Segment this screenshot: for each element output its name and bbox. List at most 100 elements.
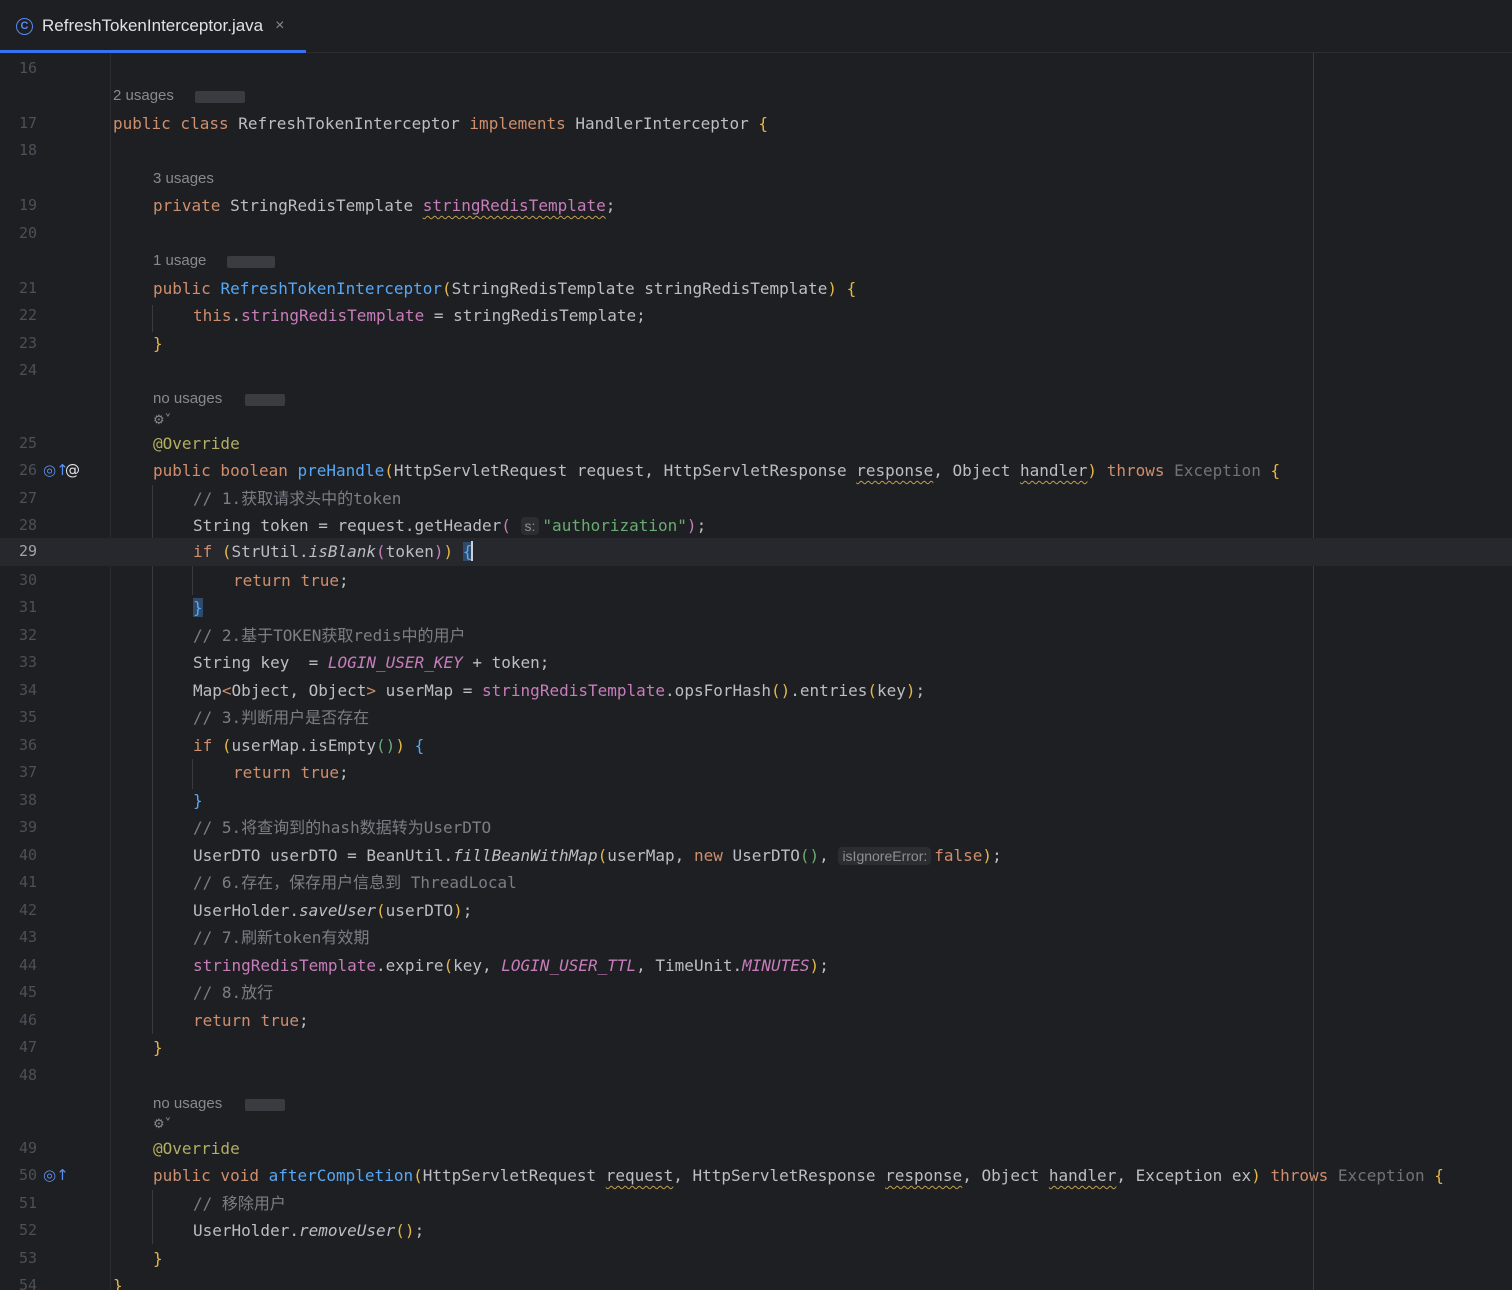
- code-comment: // 8.放行: [193, 983, 274, 1002]
- line-number: 51: [18, 1194, 37, 1212]
- code-text: }: [153, 1249, 163, 1268]
- code-text: @Override: [153, 434, 240, 453]
- code-comment: // 2.基于TOKEN获取redis中的用户: [193, 626, 466, 645]
- code-text: Map<Object, Object> userMap = stringRedi…: [193, 681, 926, 700]
- tab-refresh-token-interceptor[interactable]: C RefreshTokenInterceptor.java ×: [0, 0, 306, 53]
- line-number: 46: [18, 1011, 37, 1029]
- line-number: 21: [18, 279, 37, 297]
- line-number: 32: [18, 626, 37, 644]
- code-line: 52 UserHolder.removeUser();: [0, 1217, 1512, 1244]
- usages-hint[interactable]: 1 usage: [153, 252, 206, 270]
- code-line: 35 // 3.判断用户是否存在: [0, 704, 1512, 731]
- code-line: 28 String token = request.getHeader( s: "…: [0, 512, 1512, 539]
- line-number: 24: [18, 361, 37, 379]
- usages-hint[interactable]: 2 usages: [113, 87, 174, 105]
- parameter-hint: isIgnoreError:: [838, 847, 932, 865]
- code-line: 47 }: [0, 1034, 1512, 1061]
- code-line: 38 }: [0, 787, 1512, 814]
- code-line: 25 @Override: [0, 430, 1512, 457]
- code-line: 20: [0, 220, 1512, 247]
- author-avatar: [227, 256, 275, 268]
- line-number: 35: [18, 708, 37, 726]
- code-line: 51 // 移除用户: [0, 1190, 1512, 1217]
- code-editor[interactable]: 16 2 usages 17 public class RefreshToken…: [0, 53, 1512, 1290]
- line-number: 19: [18, 196, 37, 214]
- implement-method-icon[interactable]: ◎↑: [43, 1166, 69, 1184]
- code-line: 45 // 8.放行: [0, 979, 1512, 1006]
- code-text: return true;: [233, 763, 349, 782]
- code-text: }: [113, 1276, 123, 1290]
- text-caret: [471, 541, 474, 561]
- line-number: 52: [18, 1221, 37, 1239]
- line-number: 36: [18, 736, 37, 754]
- line-number: 22: [18, 306, 37, 324]
- code-text: if (userMap.isEmpty()) {: [193, 736, 425, 755]
- code-line: 40 UserDTO userDTO = BeanUtil.fillBeanWi…: [0, 842, 1512, 869]
- parameter-hint: s:: [520, 517, 540, 535]
- code-line: 46 return true;: [0, 1007, 1512, 1034]
- code-line: 26 ◎↑ @ public boolean preHandle(HttpSer…: [0, 457, 1512, 484]
- line-number: 17: [18, 114, 37, 132]
- line-number: 44: [18, 956, 37, 974]
- usages-hint[interactable]: no usages: [153, 1095, 222, 1113]
- code-line: 50 ◎↑ public void afterCompletion(HttpSe…: [0, 1162, 1512, 1189]
- line-number: 53: [18, 1249, 37, 1267]
- code-line: 31 }: [0, 594, 1512, 621]
- code-line: 53 }: [0, 1245, 1512, 1272]
- line-number: 41: [18, 873, 37, 891]
- code-text: return true;: [233, 571, 349, 590]
- tab-label: RefreshTokenInterceptor.java: [42, 16, 264, 35]
- code-line: 44 stringRedisTemplate.expire(key, LOGIN…: [0, 952, 1512, 979]
- settings-gear-icon[interactable]: ⚙˅: [153, 413, 171, 429]
- code-text: }: [153, 334, 163, 353]
- line-number: 25: [18, 434, 37, 452]
- code-line: 24: [0, 357, 1512, 384]
- line-number: 31: [18, 598, 37, 616]
- code-text: }: [153, 1038, 163, 1057]
- code-comment: // 5.将查询到的hash数据转为UserDTO: [193, 818, 492, 837]
- code-comment: // 1.获取请求头中的token: [193, 489, 402, 508]
- code-text: @Override: [153, 1139, 240, 1158]
- code-line: 49 @Override: [0, 1135, 1512, 1162]
- code-comment: // 3.判断用户是否存在: [193, 708, 370, 727]
- line-number: 48: [18, 1066, 37, 1084]
- author-avatar: [245, 1099, 285, 1111]
- line-number: 28: [18, 516, 37, 534]
- code-line: 17 public class RefreshTokenInterceptor …: [0, 110, 1512, 137]
- author-avatar: [245, 394, 285, 406]
- code-line: 30 return true;: [0, 567, 1512, 594]
- code-line: 41 // 6.存在，保存用户信息到 ThreadLocal: [0, 869, 1512, 896]
- settings-gear-icon[interactable]: ⚙˅: [153, 1117, 171, 1133]
- usages-hint[interactable]: 3 usages: [153, 170, 214, 188]
- line-number: 18: [18, 141, 37, 159]
- editor-tab-bar: C RefreshTokenInterceptor.java ×: [0, 0, 1512, 53]
- code-text: public void afterCompletion(HttpServletR…: [153, 1166, 1444, 1185]
- author-avatar: [195, 91, 245, 103]
- code-line: 42 UserHolder.saveUser(userDTO);: [0, 897, 1512, 924]
- code-text: return true;: [193, 1011, 309, 1030]
- line-number: 54: [18, 1276, 37, 1290]
- line-number: 33: [18, 653, 37, 671]
- code-text: }: [193, 791, 203, 810]
- line-number: 45: [18, 983, 37, 1001]
- code-text: public class RefreshTokenInterceptor imp…: [113, 114, 769, 133]
- close-icon[interactable]: ×: [275, 17, 284, 35]
- code-line: 16: [0, 55, 1512, 82]
- code-line: 43 // 7.刷新token有效期: [0, 924, 1512, 951]
- annotation-at-icon[interactable]: @: [65, 461, 80, 479]
- line-number: 26: [18, 461, 37, 479]
- code-text: private StringRedisTemplate stringRedisT…: [153, 196, 616, 215]
- code-text: public boolean preHandle(HttpServletRequ…: [153, 461, 1281, 480]
- line-number: 49: [18, 1139, 37, 1157]
- usages-hint[interactable]: no usages: [153, 390, 222, 408]
- code-text: this.stringRedisTemplate = stringRedisTe…: [193, 306, 646, 325]
- current-line: 29 if (StrUtil.isBlank(token)) {: [0, 538, 1512, 566]
- code-line: 23 }: [0, 330, 1512, 357]
- code-text: String key = LOGIN_USER_KEY + token;: [193, 653, 550, 672]
- class-icon: C: [16, 17, 33, 35]
- code-line: 48: [0, 1062, 1512, 1089]
- code-text: if (StrUtil.isBlank(token)) {: [193, 541, 474, 561]
- code-line: 39 // 5.将查询到的hash数据转为UserDTO: [0, 814, 1512, 841]
- line-number: 43: [18, 928, 37, 946]
- code-line: 19 private StringRedisTemplate stringRed…: [0, 192, 1512, 219]
